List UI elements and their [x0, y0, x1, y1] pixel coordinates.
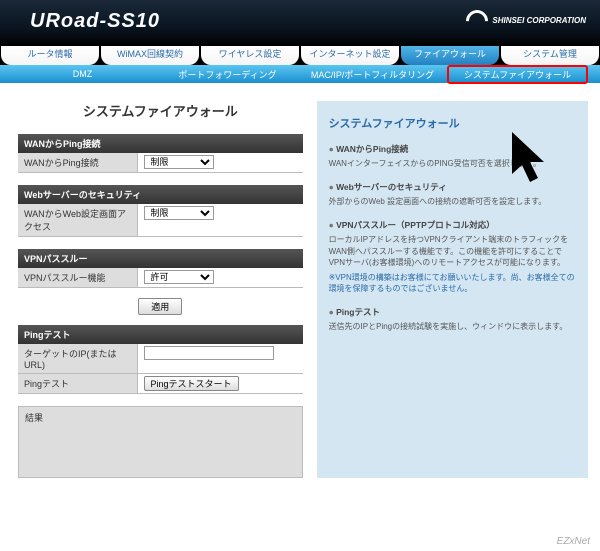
main-tab-4[interactable]: ファイアウォール [401, 46, 499, 65]
ping-start-button[interactable]: Pingテストスタート [144, 376, 239, 391]
ping-target-label: ターゲットのIP(またはURL) [18, 344, 138, 373]
corp-name: SHINSEI CORPORATION [492, 17, 586, 26]
sub-tabs: DMZ ポートフォワーディング MAC/IP/ポートフィルタリング システムファイアウ… [0, 65, 600, 83]
ping-result-label: 結果 [25, 413, 43, 423]
sub-tab-3[interactable]: システムファイアウォール [455, 68, 580, 81]
help-item-heading: VPNパススルー（PPTPプロトコル対応） [329, 219, 576, 231]
wan-ping-label: WANからPing接続 [18, 153, 138, 172]
help-item-desc: 送信先のIPとPingの接続試験を実施し、ウィンドウに表示します。 [329, 321, 576, 332]
ping-result-box: 結果 [18, 406, 303, 478]
help-item-note: ※VPN環境の構築はお客様にてお願いいたします。尚、お客様全ての環境を保障するも… [329, 272, 576, 294]
logo-ring-icon [462, 5, 493, 36]
main-tab-1[interactable]: WiMAX回線契約 [101, 46, 199, 65]
section-vpn-header: VPNパススルー [18, 249, 303, 268]
help-item-heading: Pingテスト [329, 306, 576, 318]
help-item-2: VPNパススルー（PPTPプロトコル対応） ローカルIPアドレスを持つVPNクライ… [329, 219, 576, 294]
vpn-select[interactable]: 許可 [144, 270, 214, 284]
main-tab-2[interactable]: ワイヤレス設定 [201, 46, 299, 65]
help-item-desc: 外部からのWeb 設定画面への接続の遮断可否を設定します。 [329, 196, 576, 207]
wan-ping-select[interactable]: 制限 [144, 155, 214, 169]
help-item-3: Pingテスト送信先のIPとPingの接続試験を実施し、ウィンドウに表示します。 [329, 306, 576, 332]
help-item-1: Webサーバーのセキュリティ外部からのWeb 設定画面への接続の遮断可否を設定し… [329, 181, 576, 207]
section-wan-ping-header: WANからPing接続 [18, 134, 303, 153]
page-title: システムファイアウォール [18, 101, 303, 120]
main-tab-0[interactable]: ルータ情報 [1, 46, 99, 65]
main-panel: システムファイアウォール WANからPing接続 WANからPing接続 制限 … [18, 101, 303, 478]
help-item-0: WANからPing接続 WANインターフェイスからのPING受信可否を選択します。 [329, 143, 576, 169]
web-sec-label: WANからWeb設定画面アクセス [18, 204, 138, 236]
section-web-sec-header: Webサーバーのセキュリティ [18, 185, 303, 204]
ping-action-label: Pingテスト [18, 374, 138, 393]
help-title: システムファイアウォール [329, 115, 576, 131]
help-item-heading: Webサーバーのセキュリティ [329, 181, 576, 193]
sub-tab-2[interactable]: MAC/IP/ポートフィルタリング [310, 68, 435, 81]
main-tab-3[interactable]: インターネット設定 [301, 46, 399, 65]
help-item-desc: WANインターフェイスからのPING受信可否を選択します。 [329, 158, 576, 169]
main-tab-5[interactable]: システム管理 [501, 46, 599, 65]
help-item-desc: ローカルIPアドレスを持つVPNクライアント端末のトラフィックをWAN側へパスス… [329, 234, 576, 268]
corp-logo: SHINSEI CORPORATION [466, 10, 586, 32]
section-pingtest-header: Pingテスト [18, 325, 303, 344]
help-panel: システムファイアウォール WANからPing接続 WANインターフェイスからのPI… [317, 101, 588, 478]
apply-button[interactable]: 適用 [138, 298, 182, 315]
sub-tab-0[interactable]: DMZ [20, 69, 145, 79]
help-item-heading: WANからPing接続 [329, 143, 576, 155]
app-header: URoad-SS10 SHINSEI CORPORATION [0, 0, 600, 46]
ping-target-input[interactable] [144, 346, 274, 360]
web-sec-select[interactable]: 制限 [144, 206, 214, 220]
sub-tab-1[interactable]: ポートフォワーディング [165, 68, 290, 81]
main-tabs: ルータ情報WiMAX回線契約ワイヤレス設定インターネット設定ファイアウォールシス… [0, 46, 600, 65]
highlight-box [447, 65, 588, 84]
watermark: EZxNet [557, 536, 590, 547]
vpn-label: VPNパススルー機能 [18, 268, 138, 287]
